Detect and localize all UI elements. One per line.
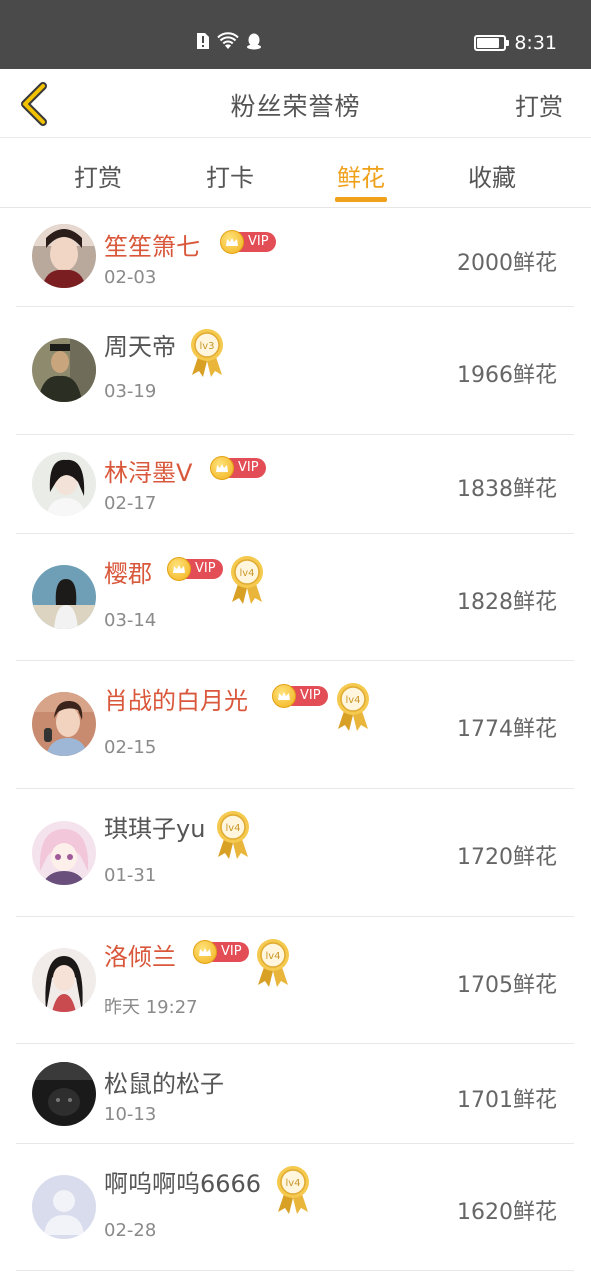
fan-date: 01-31 (104, 865, 157, 886)
flower-count: 1701鲜花 (457, 1088, 557, 1113)
fan-name: 林浔墨V (104, 459, 193, 487)
avatar (32, 1175, 96, 1239)
crown-icon (193, 940, 217, 964)
avatar (32, 692, 96, 756)
svg-text:lv4: lv4 (345, 695, 360, 706)
fan-date: 02-17 (104, 493, 157, 514)
fan-date: 昨天 19:27 (104, 997, 198, 1018)
vip-badge: VIP (220, 230, 276, 254)
tab-favorites[interactable]: 收藏 (447, 158, 537, 193)
flower-count: 1720鲜花 (457, 845, 557, 870)
level-badge-icon: lv4 (257, 939, 289, 987)
flower-count: 1966鲜花 (457, 363, 557, 388)
battery-icon (474, 35, 510, 51)
status-time: 8:31 (514, 32, 557, 54)
flower-count: 1828鲜花 (457, 590, 557, 615)
list-item[interactable]: 琪琪子yu lv4 01-31 1720鲜花 (16, 789, 574, 917)
list-item[interactable]: 洛倾兰 VIP lv4 昨天 19:27 1705鲜花 (16, 917, 574, 1044)
level-badge-icon: lv4 (231, 556, 263, 604)
avatar (32, 338, 96, 402)
fan-date: 02-15 (104, 737, 157, 758)
fan-name: 洛倾兰 (104, 943, 176, 971)
sim-alert-icon (197, 33, 209, 49)
fan-name: 周天帝 (104, 333, 176, 361)
crown-icon (272, 684, 296, 708)
list-item[interactable]: 松鼠的松子 10-13 1701鲜花 (16, 1044, 574, 1144)
list-item[interactable]: 肖战的白月光 VIP lv4 02-15 1774鲜花 (16, 661, 574, 789)
fan-ranking-list: 笙笙箫七 VIP 02-03 2000鲜花 周天帝 lv3 03-19 1966… (16, 209, 574, 1271)
level-badge-icon: lv4 (217, 811, 249, 859)
list-item[interactable]: 林浔墨V VIP 02-17 1838鲜花 (16, 435, 574, 534)
tab-reward[interactable]: 打赏 (53, 158, 143, 193)
app-header: 粉丝荣誉榜 打赏 (0, 69, 591, 138)
svg-text:lv3: lv3 (199, 341, 214, 352)
tab-flowers[interactable]: 鲜花 (316, 158, 406, 193)
fan-name: 肖战的白月光 (104, 687, 248, 715)
flower-count: 1838鲜花 (457, 477, 557, 502)
active-tab-indicator (335, 197, 387, 202)
flower-count: 2000鲜花 (457, 251, 557, 276)
fan-name: 琪琪子yu (104, 815, 206, 843)
avatar (32, 821, 96, 885)
fan-name: 啊呜啊呜6666 (104, 1170, 262, 1198)
avatar (32, 452, 96, 516)
vip-badge: VIP (167, 557, 223, 581)
avatar (32, 565, 96, 629)
svg-text:lv4: lv4 (265, 951, 280, 962)
qq-icon (247, 33, 261, 50)
list-item[interactable]: 周天帝 lv3 03-19 1966鲜花 (16, 307, 574, 435)
fan-name: 笙笙箫七 (104, 233, 200, 261)
svg-text:lv4: lv4 (285, 1178, 300, 1189)
wifi-icon (217, 32, 239, 49)
vip-badge: VIP (272, 684, 328, 708)
flower-count: 1705鲜花 (457, 973, 557, 998)
status-right: 8:31 (474, 32, 557, 54)
flower-count: 1620鲜花 (457, 1200, 557, 1225)
tab-checkin[interactable]: 打卡 (185, 158, 275, 193)
tab-bar: 打赏 打卡 鲜花 收藏 (0, 138, 591, 208)
crown-icon (220, 230, 244, 254)
avatar (32, 1062, 96, 1126)
level-badge-icon: lv4 (277, 1166, 309, 1214)
fan-name: 樱郡 (104, 560, 152, 588)
crown-icon (167, 557, 191, 581)
svg-text:lv4: lv4 (225, 823, 240, 834)
fan-date: 10-13 (104, 1104, 157, 1125)
list-item[interactable]: 樱郡 VIP lv4 03-14 1828鲜花 (16, 534, 574, 661)
status-icons (196, 32, 262, 50)
fan-date: 02-28 (104, 1220, 157, 1241)
vip-badge: VIP (210, 456, 266, 480)
crown-icon (210, 456, 234, 480)
reward-button[interactable]: 打赏 (515, 87, 563, 122)
list-item[interactable]: 笙笙箫七 VIP 02-03 2000鲜花 (16, 209, 574, 307)
fan-date: 02-03 (104, 267, 157, 288)
vip-badge: VIP (193, 940, 249, 964)
page-title: 粉丝荣誉榜 (230, 92, 361, 121)
avatar (32, 948, 96, 1012)
avatar (32, 224, 96, 288)
level-badge-icon: lv4 (337, 683, 369, 731)
level-badge-icon: lv3 (191, 329, 223, 377)
status-bar: 8:31 (0, 0, 591, 69)
fan-date: 03-19 (104, 381, 157, 402)
list-item[interactable]: 啊呜啊呜6666 lv4 02-28 1620鲜花 (16, 1144, 574, 1271)
fan-name: 松鼠的松子 (104, 1070, 224, 1098)
svg-text:lv4: lv4 (239, 568, 254, 579)
flower-count: 1774鲜花 (457, 717, 557, 742)
fan-date: 03-14 (104, 610, 157, 631)
